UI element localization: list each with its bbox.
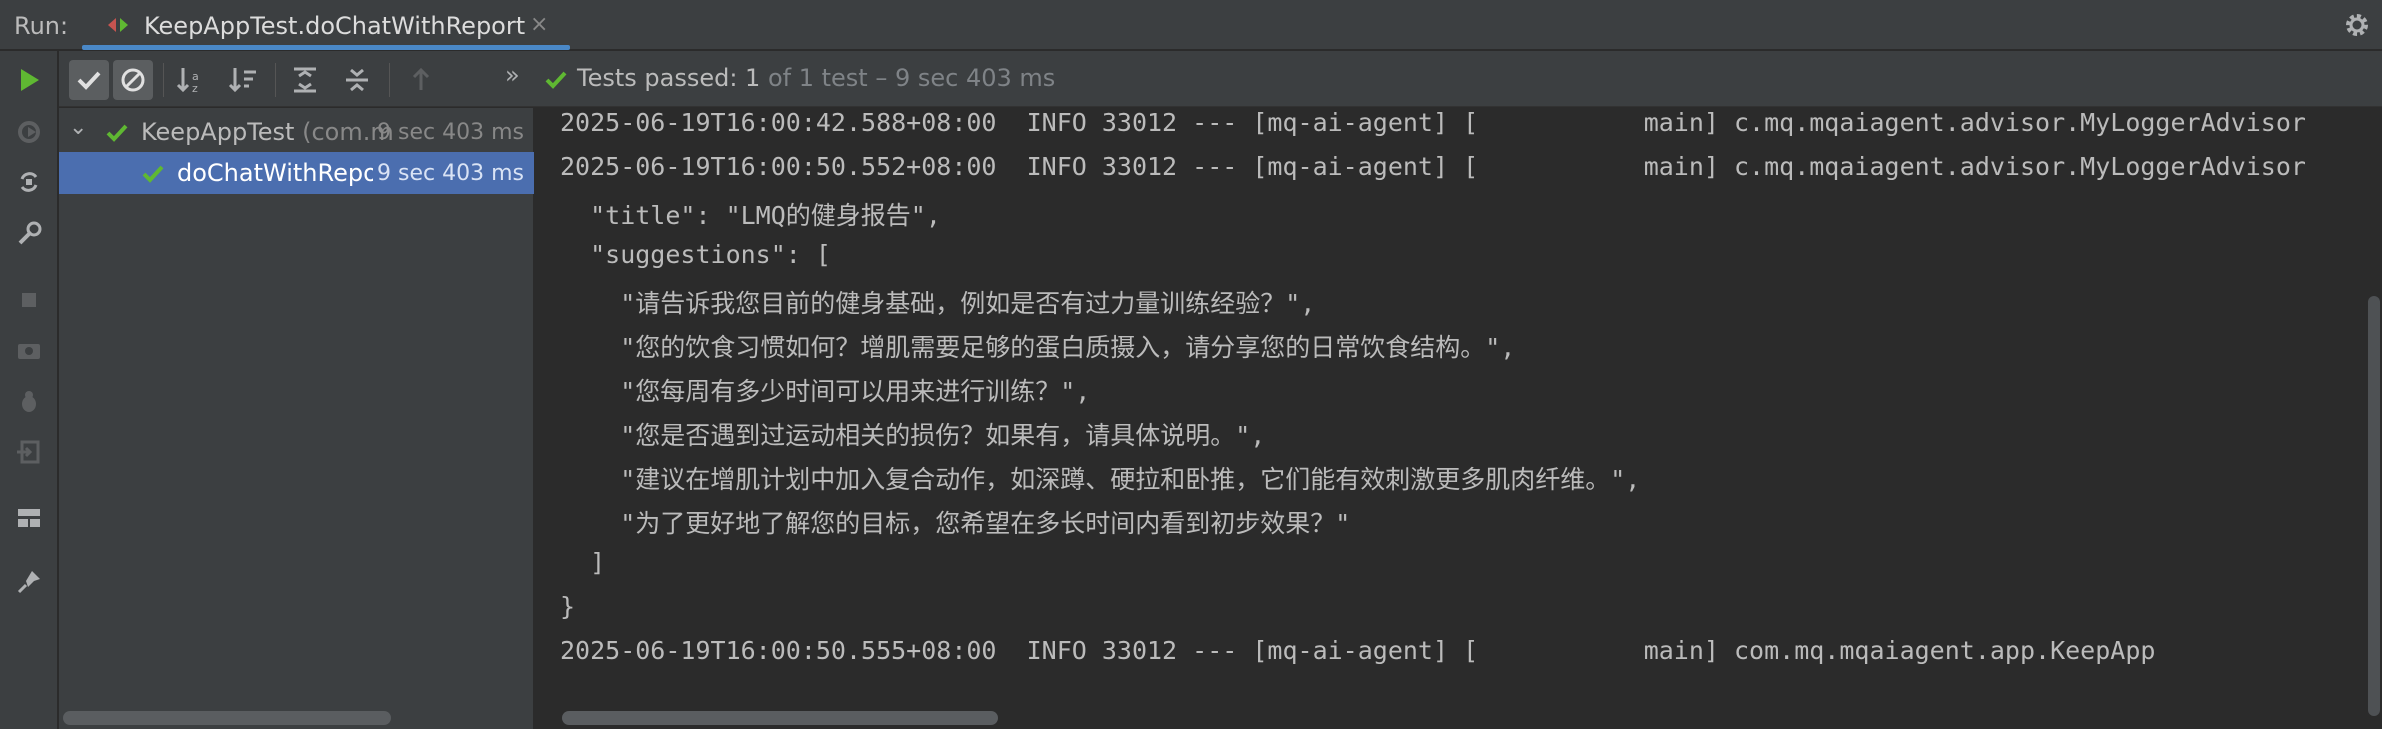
tab-selected-indicator — [82, 45, 570, 50]
show-ignored-button[interactable] — [113, 60, 153, 100]
sort-duration-icon — [228, 68, 256, 93]
test-status-summary: Tests passed: 1 of 1 test – 9 sec 403 ms — [577, 64, 1055, 92]
sort-alpha-icon: az — [176, 68, 199, 95]
expand-all-icon — [294, 67, 316, 93]
tests-passed-text: Tests passed: 1 — [577, 64, 761, 92]
tests-detail-text: of 1 test – 9 sec 403 ms — [760, 64, 1056, 92]
console-line: "suggestions": [ — [560, 240, 831, 269]
show-passed-button[interactable] — [69, 60, 109, 100]
tree-item-test-class[interactable]: ⌄ KeepAppTest (com.m 9 sec 403 ms — [59, 111, 534, 153]
rerun-icon[interactable] — [14, 65, 44, 95]
test-class-name: KeepAppTest — [141, 118, 295, 146]
collapse-all-icon — [346, 68, 368, 92]
console-horizontal-scrollbar[interactable] — [562, 711, 998, 725]
console-output[interactable]: 2025-06-19T16:00:42.588+08:00 INFO 33012… — [536, 108, 2382, 729]
run-tab[interactable]: KeepAppTest.doChatWithReport × — [82, 0, 570, 50]
stop-icon[interactable] — [14, 285, 44, 315]
previous-failed-button[interactable] — [401, 60, 441, 100]
ignored-icon — [121, 68, 145, 92]
console-line: "建议在增肌计划中加入复合动作，如深蹲、硬拉和卧推，它们能有效刺激更多肌肉纤维。… — [560, 465, 1641, 494]
toggle-auto-test-icon[interactable] — [14, 167, 44, 197]
console-line: "请告诉我您目前的健身基础，例如是否有过力量训练经验？", — [560, 289, 1316, 318]
test-method-name: doChatWithReport — [177, 159, 395, 187]
debug-bug-icon[interactable] — [14, 387, 44, 417]
console-line: "为了更好地了解您的目标，您希望在多长时间内看到初步效果？" — [560, 509, 1351, 538]
sort-alphabetically-button[interactable]: az — [171, 60, 211, 100]
console-line: 2025-06-19T16:00:50.552+08:00 INFO 33012… — [560, 152, 2306, 181]
check-icon — [77, 71, 101, 90]
console-line: "您每周有多少时间可以用来进行训练？", — [560, 377, 1091, 406]
run-label: Run: — [14, 12, 69, 40]
camera-icon[interactable] — [14, 335, 44, 365]
run-tool-window-header: Run: KeepAppTest.doChatWithReport × — [0, 0, 2382, 50]
test-duration: 9 sec 403 ms — [377, 120, 524, 145]
run-config-icon — [108, 18, 128, 32]
tree-item-test-method[interactable]: doChatWithReport 9 sec 403 ms — [59, 152, 534, 194]
more-actions-chevron-icon[interactable]: » — [505, 61, 520, 89]
pin-icon[interactable] — [14, 567, 44, 597]
console-line: ] — [560, 548, 606, 577]
layout-icon[interactable] — [14, 503, 44, 533]
console-line: } — [560, 592, 576, 621]
test-toolbar: az » Tests passed: 1 of 1 test – 9 sec 4… — [59, 51, 2382, 107]
run-tab-title: KeepAppTest.doChatWithReport — [144, 12, 526, 40]
rerun-failed-icon[interactable] — [14, 117, 44, 147]
check-icon — [106, 124, 128, 142]
import-tests-icon[interactable] — [14, 437, 44, 467]
svg-text:z: z — [192, 82, 198, 95]
wrench-icon[interactable] — [14, 219, 44, 249]
console-line: "您的饮食习惯如何？增肌需要足够的蛋白质摄入，请分享您的日常饮食结构。", — [560, 333, 1516, 362]
test-tree: ⌄ KeepAppTest (com.m 9 sec 403 ms doChat… — [59, 108, 534, 729]
toolbar-separator — [275, 63, 276, 97]
tree-item-label: KeepAppTest (com.m — [141, 118, 394, 146]
console-line: "您是否遇到过运动相关的损伤？如果有，请具体说明。", — [560, 421, 1266, 450]
tree-horizontal-scrollbar[interactable] — [63, 711, 391, 725]
collapse-all-button[interactable] — [337, 60, 377, 100]
chevron-down-icon[interactable]: ⌄ — [69, 115, 87, 140]
gear-icon[interactable] — [2342, 10, 2372, 40]
check-icon — [545, 71, 567, 89]
console-line: 2025-06-19T16:00:50.555+08:00 INFO 33012… — [560, 636, 2156, 665]
console-line: 2025-06-19T16:00:42.588+08:00 INFO 33012… — [560, 108, 2306, 137]
close-icon[interactable]: × — [530, 12, 548, 37]
run-actions-strip — [0, 51, 58, 729]
console-vertical-scrollbar[interactable] — [2368, 296, 2380, 716]
sort-by-duration-button[interactable] — [223, 60, 263, 100]
expand-all-button[interactable] — [285, 60, 325, 100]
test-duration: 9 sec 403 ms — [373, 161, 524, 186]
arrow-up-icon — [412, 67, 430, 90]
toolbar-separator — [389, 63, 390, 97]
check-icon — [142, 165, 164, 183]
toolbar-separator — [163, 63, 164, 97]
console-line: "title": "LMQ的健身报告", — [560, 201, 941, 230]
